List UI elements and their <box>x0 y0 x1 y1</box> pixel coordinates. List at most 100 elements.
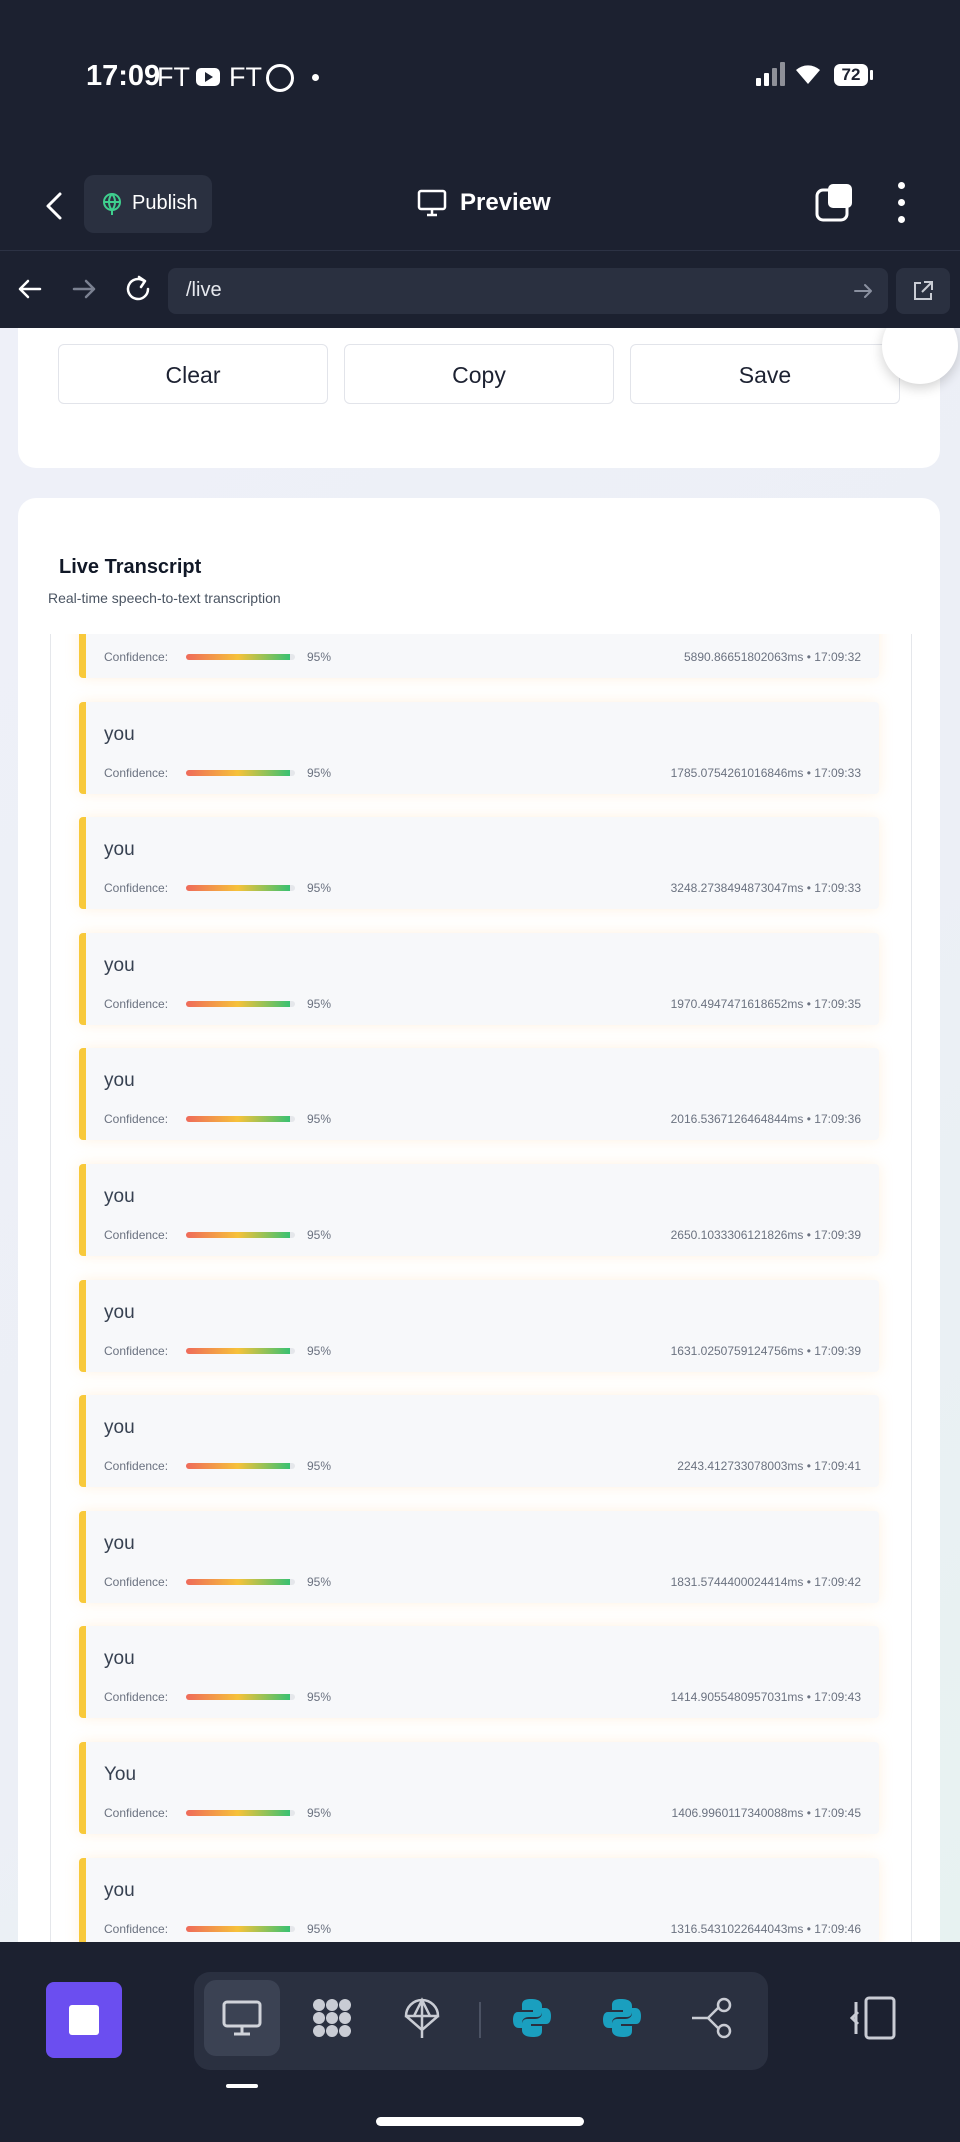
entry-timing: 1785.0754261016846ms • 17:09:33 <box>670 765 861 780</box>
entry-timing: 1631.0250759124756ms • 17:09:39 <box>670 1343 861 1358</box>
confidence-percent: 95% <box>307 996 332 1011</box>
confidence-bar <box>186 654 295 660</box>
transcript-entry[interactable]: you Confidence: 95% 1316.5431022644043ms • … <box>79 1857 879 1942</box>
youtube-icon <box>196 68 220 86</box>
browser-back-icon[interactable] <box>14 272 46 306</box>
transcript-text: you <box>104 723 135 745</box>
confidence-percent: 95% <box>307 1806 332 1820</box>
transcript-entry[interactable]: you Confidence: 95% 2650.1033306121826ms • … <box>79 1164 879 1256</box>
dock-python-button[interactable] <box>494 1980 570 2056</box>
confidence-percent: 95% <box>307 1574 332 1589</box>
entry-timing: 5890.86651802063ms • 17:09:32 <box>683 650 861 664</box>
dock-toolbar <box>194 1972 768 2070</box>
wifi-icon <box>796 65 820 84</box>
external-link-icon <box>914 281 933 300</box>
confidence-bar-fill <box>186 1463 290 1470</box>
confidence-label: Confidence: <box>104 1921 169 1936</box>
url-field[interactable]: /live <box>168 268 888 314</box>
transcript-entry[interactable]: you Confidence: 95% 2243.412733078003ms • 1… <box>79 1395 879 1488</box>
transcript-text: you <box>104 1186 135 1207</box>
tabs-icon[interactable] <box>814 182 856 224</box>
publish-label: Publish <box>132 192 198 214</box>
go-arrow-icon[interactable] <box>852 280 874 302</box>
transcript-text: you <box>104 954 135 976</box>
soccer-ball-icon <box>266 64 294 92</box>
web-page-content: Clear Copy Save Live Transcript Real-tim… <box>0 328 960 1942</box>
share-nodes-icon <box>692 1997 732 2039</box>
confidence-bar <box>186 1694 295 1701</box>
transcript-entry[interactable]: You Confidence: 95% 1406.9960117340088ms • … <box>79 1742 879 1834</box>
confidence-bar-fill <box>186 1347 290 1354</box>
confidence-percent: 95% <box>307 1228 332 1242</box>
confidence-bar <box>186 1810 295 1816</box>
confidence-label: Confidence: <box>104 1574 169 1589</box>
confidence-bar-fill <box>186 1232 290 1238</box>
transcript-text: you <box>104 1070 135 1092</box>
confidence-percent: 95% <box>307 1921 332 1936</box>
confidence-bar-fill <box>186 769 290 776</box>
transcript-entry[interactable]: Confidence: 95% 5890.86651802063ms • 17:09… <box>79 634 879 678</box>
entry-timing: 1406.9960117340088ms • 17:09:45 <box>671 1806 861 1820</box>
confidence-percent: 95% <box>307 650 332 664</box>
confidence-bar-fill <box>186 1925 290 1932</box>
dock-share-button[interactable] <box>674 1980 750 2056</box>
transcript-text: you <box>104 1648 135 1670</box>
dock-grid-button[interactable] <box>294 1980 370 2056</box>
dock-desktop-button[interactable] <box>204 1980 280 2056</box>
dock-deploy-button[interactable] <box>384 1980 460 2056</box>
python-icon <box>603 1999 641 2037</box>
save-button[interactable]: Save <box>630 344 900 404</box>
live-transcript-card: Live Transcript Real-time speech-to-text… <box>18 498 940 1942</box>
confidence-bar <box>186 1578 295 1585</box>
confidence-bar-fill <box>186 885 290 892</box>
dock-python-button[interactable] <box>584 1980 660 2056</box>
entry-timing: 1831.5744400024414ms • 17:09:42 <box>670 1574 861 1589</box>
more-options-icon[interactable] <box>890 180 914 226</box>
transcript-text: You <box>104 1764 137 1785</box>
url-text: /live <box>186 279 222 301</box>
confidence-bar <box>186 1463 295 1470</box>
transcript-entry[interactable]: you Confidence: 95% 1785.0754261016846ms • … <box>79 701 879 794</box>
confidence-percent: 95% <box>307 765 332 780</box>
confidence-percent: 95% <box>307 881 332 896</box>
browser-forward-icon[interactable] <box>68 272 100 306</box>
entry-timing: 2016.5367126464844ms • 17:09:36 <box>670 1112 861 1127</box>
entry-timing: 1316.5431022644043ms • 17:09:46 <box>670 1921 861 1936</box>
transcript-text: you <box>104 839 135 861</box>
transcript-entry[interactable]: you Confidence: 95% 3248.2738494873047ms • … <box>79 817 879 910</box>
back-chevron-icon[interactable] <box>38 186 74 226</box>
entry-timing: 2243.412733078003ms • 17:09:41 <box>677 1459 861 1474</box>
notification-dot-icon <box>312 74 319 81</box>
desktop-icon <box>222 2000 262 2036</box>
transcript-entry[interactable]: you Confidence: 95% 1631.0250759124756ms • … <box>79 1279 879 1372</box>
transcript-entry[interactable]: you Confidence: 95% 1970.4947471618652ms • … <box>79 932 879 1025</box>
status-bar: 17:09 FT FT 72 <box>0 0 960 160</box>
confidence-bar-fill <box>186 654 290 660</box>
confidence-percent: 95% <box>307 1112 332 1127</box>
confidence-bar <box>186 1116 295 1123</box>
home-indicator[interactable] <box>376 2117 584 2126</box>
transcript-entry[interactable]: you Confidence: 95% 2016.5367126464844ms • … <box>79 1048 879 1141</box>
transcript-entry[interactable]: you Confidence: 95% 1414.9055480957031ms • … <box>79 1626 879 1719</box>
publish-button[interactable]: Publish <box>84 175 212 233</box>
dock-divider <box>479 2002 481 2038</box>
confidence-percent: 95% <box>307 1459 332 1474</box>
copy-button[interactable]: Copy <box>344 344 614 404</box>
clear-button[interactable]: Clear <box>58 344 328 404</box>
confidence-label: Confidence: <box>104 881 169 896</box>
app-header: Publish Preview <box>0 160 960 251</box>
battery-icon: 72 <box>834 64 868 86</box>
browser-toolbar: /live <box>0 252 960 328</box>
open-external-button[interactable] <box>896 268 950 314</box>
entry-timing: 1970.4947471618652ms • 17:09:35 <box>670 996 861 1011</box>
transcript-list[interactable]: Confidence: 95% 5890.86651802063ms • 17:09… <box>50 634 912 1942</box>
confidence-label: Confidence: <box>104 650 169 664</box>
stop-button[interactable] <box>46 1982 122 2058</box>
globe-publish-icon <box>103 193 121 215</box>
confidence-bar <box>186 1925 295 1932</box>
transcript-text: you <box>104 1532 135 1554</box>
transcript-entry[interactable]: you Confidence: 95% 1831.5744400024414ms • … <box>79 1510 879 1603</box>
transcript-text: you <box>104 1301 135 1323</box>
panel-toggle-icon[interactable] <box>848 1992 904 2048</box>
reload-icon[interactable] <box>122 272 154 306</box>
